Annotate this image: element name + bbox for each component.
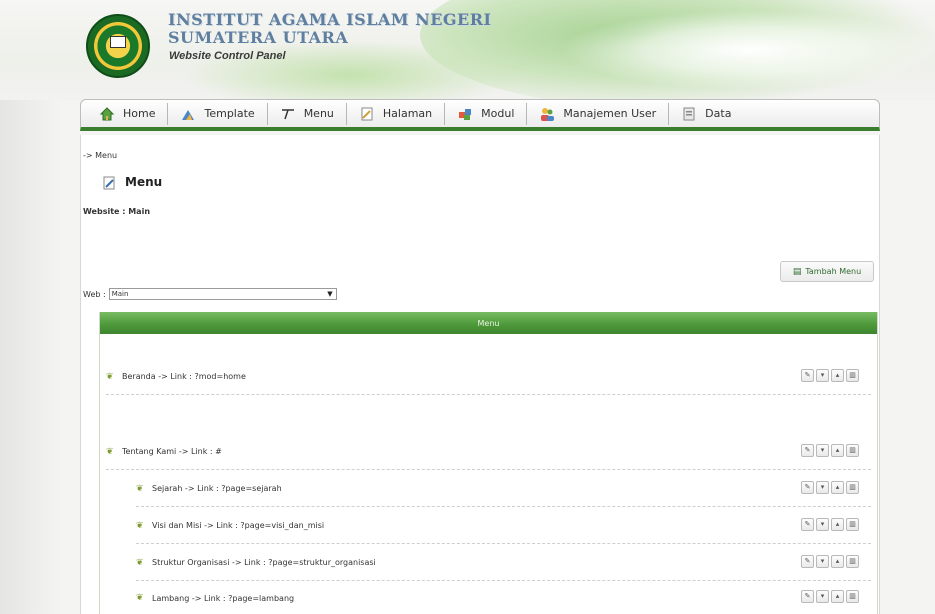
move-up-button[interactable]: ▴ <box>831 481 844 494</box>
menu-table: Menu ❦ Beranda -> Link : ?mod=home ✎ ▾ ▴… <box>99 312 878 614</box>
nav-label: Data <box>705 107 732 120</box>
delete-button[interactable]: ▥ <box>846 590 859 603</box>
institution-logo <box>86 14 150 78</box>
page-edit-icon <box>103 175 117 190</box>
breadcrumb: -> Menu <box>83 151 118 160</box>
nav-label: Menu <box>303 107 334 120</box>
leaf-icon: ❦ <box>106 371 114 382</box>
move-down-button[interactable]: ▾ <box>816 555 829 568</box>
nav-item-template[interactable]: Template <box>168 102 268 125</box>
menu-row: ❦ Lambang -> Link : ?page=lambang ✎ ▾ ▴ … <box>136 580 871 614</box>
menu-row-text: Beranda -> Link : ?mod=home <box>122 372 246 381</box>
web-selector-row: Web : Main ▼ <box>83 288 337 300</box>
delete-button[interactable]: ▥ <box>846 518 859 531</box>
nav-item-data[interactable]: Data <box>669 103 743 125</box>
institution-region: SUMATERA UTARA <box>168 28 349 47</box>
leaf-icon: ❦ <box>136 557 144 568</box>
edit-button[interactable]: ✎ <box>801 481 814 494</box>
move-up-button[interactable]: ▴ <box>831 518 844 531</box>
row-actions: ✎ ▾ ▴ ▥ <box>801 555 859 568</box>
menu-row-text: Visi dan Misi -> Link : ?page=visi_dan_m… <box>152 521 325 530</box>
nav-item-manajemen-user[interactable]: Manajemen User <box>527 102 670 125</box>
users-icon <box>539 106 555 122</box>
nav-item-modul[interactable]: Modul <box>445 102 528 125</box>
nav-item-halaman[interactable]: Halaman <box>347 102 446 125</box>
menu-row-text: Lambang -> Link : ?page=lambang <box>152 593 295 603</box>
header-decoration <box>560 10 935 90</box>
delete-button[interactable]: ▥ <box>846 444 859 457</box>
module-icon <box>457 106 473 122</box>
nav-label: Modul <box>481 107 515 120</box>
row-actions: ✎ ▾ ▴ ▥ <box>801 481 859 494</box>
leaf-icon: ❦ <box>136 593 144 603</box>
move-down-button[interactable]: ▾ <box>816 481 829 494</box>
menu-row-text: Sejarah -> Link : ?page=sejarah <box>152 484 282 493</box>
edit-button[interactable]: ✎ <box>801 518 814 531</box>
page-title: Menu <box>125 175 163 189</box>
menu-row: ❦ Visi dan Misi -> Link : ?page=visi_dan… <box>136 508 871 544</box>
institution-name: INSTITUT AGAMA ISLAM NEGERI <box>168 10 492 29</box>
nav-label: Template <box>204 107 255 120</box>
web-select-label: Web : <box>83 289 106 299</box>
edit-button[interactable]: ✎ <box>801 590 814 603</box>
menu-row: ❦ Sejarah -> Link : ?page=sejarah ✎ ▾ ▴ … <box>136 471 871 507</box>
page-icon <box>359 106 375 122</box>
move-down-button[interactable]: ▾ <box>816 518 829 531</box>
nav-label: Home <box>123 107 156 120</box>
move-up-button[interactable]: ▴ <box>831 444 844 457</box>
menu-icon <box>280 106 296 122</box>
leaf-icon: ❦ <box>136 483 144 494</box>
menu-row: ❦ Tentang Kami -> Link : # ✎ ▾ ▴ ▥ <box>106 434 871 470</box>
menu-table-header: Menu <box>100 312 877 334</box>
nav-label: Manajemen User <box>563 107 657 120</box>
move-up-button[interactable]: ▴ <box>831 369 844 382</box>
page-header: Menu <box>103 175 163 190</box>
move-down-button[interactable]: ▾ <box>816 590 829 603</box>
main-nav: Home Template Menu Halaman Modul Manajem… <box>80 99 880 131</box>
panel-title: Website Control Panel <box>169 50 286 62</box>
site-header: INSTITUT AGAMA ISLAM NEGERI SUMATERA UTA… <box>0 0 935 100</box>
move-down-button[interactable]: ▾ <box>816 369 829 382</box>
edit-button[interactable]: ✎ <box>801 444 814 457</box>
add-menu-label: Tambah Menu <box>805 267 862 276</box>
delete-button[interactable]: ▥ <box>846 369 859 382</box>
row-actions: ✎ ▾ ▴ ▥ <box>801 369 859 382</box>
web-select-value: Main <box>111 290 129 298</box>
template-icon <box>180 106 196 122</box>
menu-row-text: Struktur Organisasi -> Link : ?page=stru… <box>152 558 376 567</box>
nav-item-home[interactable]: Home <box>87 102 169 125</box>
edit-button[interactable]: ✎ <box>801 555 814 568</box>
add-menu-button[interactable]: ▤ Tambah Menu <box>780 261 874 282</box>
delete-button[interactable]: ▥ <box>846 555 859 568</box>
edit-button[interactable]: ✎ <box>801 369 814 382</box>
row-actions: ✎ ▾ ▴ ▥ <box>801 444 859 457</box>
add-icon: ▤ <box>792 266 802 277</box>
website-label: Website : Main <box>83 207 151 216</box>
chevron-down-icon: ▼ <box>327 290 333 298</box>
row-actions: ✎ ▾ ▴ ▥ <box>801 518 859 531</box>
nav-item-menu[interactable]: Menu <box>268 102 347 125</box>
menu-row: ❦ Beranda -> Link : ?mod=home ✎ ▾ ▴ ▥ <box>106 359 871 395</box>
nav-label: Halaman <box>382 107 433 120</box>
move-up-button[interactable]: ▴ <box>831 590 844 603</box>
data-icon <box>681 106 697 122</box>
content-area: -> Menu Menu Website : Main ▤ Tambah Men… <box>80 135 880 614</box>
menu-row: ❦ Struktur Organisasi -> Link : ?page=st… <box>136 545 871 581</box>
move-down-button[interactable]: ▾ <box>816 444 829 457</box>
move-up-button[interactable]: ▴ <box>831 555 844 568</box>
leaf-icon: ❦ <box>136 520 144 531</box>
menu-row-text: Tentang Kami -> Link : # <box>122 447 222 456</box>
row-actions: ✎ ▾ ▴ ▥ <box>801 590 859 603</box>
home-icon <box>99 106 115 122</box>
web-select[interactable]: Main ▼ <box>108 288 337 300</box>
leaf-icon: ❦ <box>106 446 114 457</box>
delete-button[interactable]: ▥ <box>846 481 859 494</box>
